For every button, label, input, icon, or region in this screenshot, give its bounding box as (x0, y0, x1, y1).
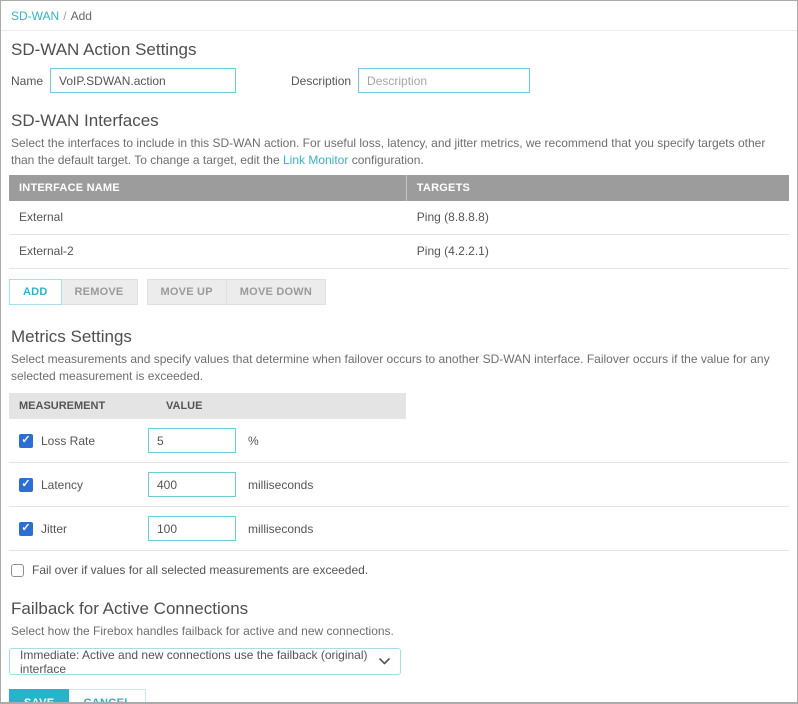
interfaces-description: Select the interfaces to include in this… (11, 135, 787, 169)
targets-cell: Ping (4.2.2.1) (407, 235, 789, 268)
loss-rate-value-input[interactable] (148, 428, 236, 453)
failback-section-title: Failback for Active Connections (11, 599, 787, 619)
breadcrumb-sdwan-link[interactable]: SD-WAN (11, 9, 59, 23)
metric-row-latency: ✓ Latency milliseconds (9, 463, 789, 507)
breadcrumb-separator: / (63, 9, 66, 23)
interface-name-cell: External-2 (9, 235, 407, 268)
failback-description: Select how the Firebox handles failback … (11, 623, 787, 640)
metrics-table-header: MEASUREMENT VALUE (9, 393, 406, 419)
latency-unit: milliseconds (248, 478, 313, 492)
metric-row-loss-rate: ✓ Loss Rate % (9, 419, 789, 463)
failback-select[interactable]: Immediate: Active and new connections us… (9, 648, 401, 675)
interfaces-button-row: ADD REMOVE MOVE UP MOVE DOWN (9, 279, 789, 305)
fail-over-label: Fail over if values for all selected mea… (32, 563, 368, 577)
description-label: Description (291, 74, 351, 88)
cancel-button[interactable]: CANCEL (69, 689, 146, 704)
move-down-button[interactable]: MOVE DOWN (227, 279, 326, 305)
save-button[interactable]: SAVE (9, 689, 69, 704)
footer-button-row: SAVE CANCEL (9, 689, 789, 704)
fail-over-checkbox[interactable] (11, 564, 24, 577)
sdwan-add-page: SD-WAN / Add SD-WAN Action Settings Name D… (0, 0, 798, 704)
metrics-rows: ✓ Loss Rate % ✓ Latency milliseconds ✓ J… (9, 419, 789, 551)
remove-button[interactable]: REMOVE (62, 279, 138, 305)
measurement-column-header: MEASUREMENT (9, 393, 156, 419)
loss-rate-label: Loss Rate (41, 434, 95, 448)
breadcrumb-current: Add (71, 9, 92, 23)
check-icon: ✓ (21, 479, 30, 490)
interfaces-description-tail: configuration. (348, 153, 423, 167)
targets-cell: Ping (8.8.8.8) (407, 201, 789, 234)
name-description-row: Name Description (11, 68, 787, 93)
jitter-value-input[interactable] (148, 516, 236, 541)
loss-rate-checkbox[interactable]: ✓ (19, 434, 33, 448)
failback-selected-option: Immediate: Active and new connections us… (20, 648, 379, 676)
table-row[interactable]: External-2 Ping (4.2.2.1) (9, 235, 789, 269)
interfaces-table-header: INTERFACE NAME TARGETS (9, 175, 789, 201)
add-button[interactable]: ADD (9, 279, 62, 305)
name-input[interactable] (50, 68, 236, 93)
metric-row-jitter: ✓ Jitter milliseconds (9, 507, 789, 551)
interface-name-cell: External (9, 201, 407, 234)
latency-checkbox[interactable]: ✓ (19, 478, 33, 492)
description-input[interactable] (358, 68, 530, 93)
value-column-header: VALUE (156, 393, 406, 419)
move-up-button[interactable]: MOVE UP (147, 279, 227, 305)
latency-label: Latency (41, 478, 83, 492)
chevron-down-icon (379, 658, 390, 665)
breadcrumb: SD-WAN / Add (1, 1, 797, 31)
jitter-checkbox[interactable]: ✓ (19, 522, 33, 536)
check-icon: ✓ (21, 435, 30, 446)
jitter-label: Jitter (41, 522, 67, 536)
metrics-section-title: Metrics Settings (11, 327, 787, 347)
interfaces-section-title: SD-WAN Interfaces (11, 111, 787, 131)
fail-over-row: Fail over if values for all selected mea… (11, 563, 787, 577)
page-title: SD-WAN Action Settings (11, 40, 787, 60)
link-monitor-link[interactable]: Link Monitor (283, 153, 348, 167)
metrics-description: Select measurements and specify values t… (11, 351, 787, 385)
loss-rate-label-cell: ✓ Loss Rate (9, 434, 148, 448)
latency-value-input[interactable] (148, 472, 236, 497)
targets-column-header: TARGETS (407, 175, 789, 201)
table-row[interactable]: External Ping (8.8.8.8) (9, 201, 789, 235)
name-label: Name (11, 74, 43, 88)
interface-name-column-header: INTERFACE NAME (9, 175, 407, 201)
loss-rate-unit: % (248, 434, 259, 448)
check-icon: ✓ (21, 523, 30, 534)
latency-label-cell: ✓ Latency (9, 478, 148, 492)
interfaces-table: INTERFACE NAME TARGETS External Ping (8.… (9, 175, 789, 269)
jitter-label-cell: ✓ Jitter (9, 522, 148, 536)
jitter-unit: milliseconds (248, 522, 313, 536)
